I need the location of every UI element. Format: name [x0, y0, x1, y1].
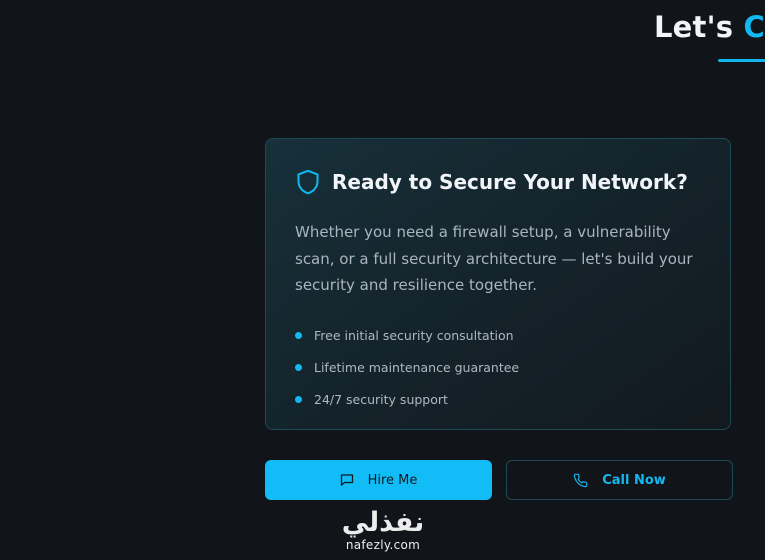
feature-list: Free initial security consultation Lifet…	[295, 319, 519, 415]
section-heading-part2: Co	[743, 10, 765, 44]
feature-label: Lifetime maintenance guarantee	[314, 359, 520, 375]
section-heading: Let's Co	[654, 10, 765, 44]
hire-me-label: Hire Me	[367, 472, 418, 488]
bullet-dot-icon	[295, 395, 302, 403]
bullet-dot-icon	[295, 331, 302, 339]
nafezly-watermark: نفذلي nafezly.com	[333, 507, 433, 553]
card-description: Whether you need a firewall setup, a vul…	[295, 223, 693, 294]
list-item: 24/7 security support	[295, 383, 519, 415]
call-now-label: Call Now	[602, 472, 666, 488]
list-item: Free initial security consultation	[295, 319, 519, 351]
phone-icon	[573, 473, 588, 488]
card-title: Ready to Secure Your Network?	[332, 170, 688, 194]
message-square-icon	[340, 473, 354, 487]
list-item: Lifetime maintenance guarantee	[295, 351, 519, 383]
feature-label: Free initial security consultation	[314, 327, 514, 343]
feature-label: 24/7 security support	[314, 391, 448, 407]
watermark-latin: nafezly.com	[345, 538, 421, 552]
section-heading-part1: Let's	[654, 10, 734, 44]
hire-me-button[interactable]: Hire Me	[265, 460, 492, 500]
heading-underline	[718, 59, 765, 62]
watermark-arabic: نفذلي	[341, 507, 425, 538]
bullet-dot-icon	[295, 363, 302, 371]
card-title-row: Ready to Secure Your Network?	[296, 169, 688, 195]
shield-icon	[296, 169, 320, 195]
cta-card: Ready to Secure Your Network? Whether yo…	[265, 138, 731, 430]
call-now-button[interactable]: Call Now	[506, 460, 733, 500]
